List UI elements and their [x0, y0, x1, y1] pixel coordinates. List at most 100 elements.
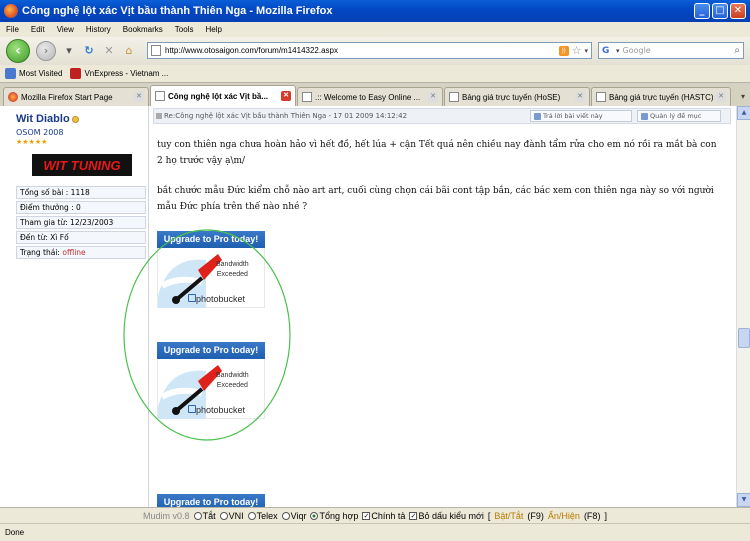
upgrade-banner: Upgrade to Pro today!: [157, 494, 265, 507]
mudim-toggle-key: (F9): [527, 510, 544, 521]
reply-button[interactable]: Trả lời bài viết này: [530, 110, 632, 122]
bookmark-star-icon[interactable]: ☆: [572, 44, 582, 57]
mudim-option-off[interactable]: Tắt: [193, 510, 216, 521]
mudim-option-combined[interactable]: Tổng hợp: [310, 511, 358, 521]
menu-history[interactable]: History: [86, 25, 111, 34]
tab-active-post[interactable]: Công nghệ lột xác Vịt bầ... ✕: [150, 85, 296, 106]
post-paragraph-1: tuy con thiên nga chưa hoàn hảo vì hết đ…: [157, 140, 717, 166]
page-favicon-icon: [302, 92, 312, 102]
page-content: Wit Diablo OSOM 2008 ★★★★★ WIT TUNING Tổ…: [0, 106, 736, 507]
user-rank: OSOM 2008: [16, 128, 64, 137]
tab-list-dropdown-icon[interactable]: ▾: [736, 88, 750, 106]
photobucket-image[interactable]: Upgrade to Pro today! Bandwidth Exceeded …: [157, 342, 265, 419]
bookmark-most-visited[interactable]: Most Visited: [5, 68, 62, 79]
bandwidth-line-1: Bandwidth: [216, 261, 249, 268]
vertical-scrollbar[interactable]: ▲ ▼: [736, 106, 750, 507]
url-bar[interactable]: http://www.otosaigon.com/forum/m1414322.…: [147, 42, 592, 59]
bandwidth-exceeded-graphic: Bandwidth Exceeded photobucket: [157, 359, 265, 419]
username-link[interactable]: Wit Diablo: [16, 113, 79, 125]
minimize-button[interactable]: _: [694, 3, 710, 19]
tab-close-icon[interactable]: ✕: [716, 92, 726, 102]
tab-label: Công nghệ lột xác Vịt bầ...: [168, 91, 269, 101]
search-icon[interactable]: ⌕: [734, 45, 740, 56]
bookmark-vnexpress[interactable]: VnExpress - Vietnam ...: [70, 68, 168, 79]
tab-close-icon[interactable]: ✕: [281, 91, 291, 101]
manage-topic-button[interactable]: Quản lý đề mục: [637, 110, 721, 122]
forward-button[interactable]: ›: [36, 41, 56, 61]
vnexpress-icon: [70, 68, 82, 79]
mudim-option-label: Telex: [256, 510, 278, 521]
menu-file[interactable]: File: [6, 25, 19, 34]
search-placeholder[interactable]: Google: [623, 46, 651, 55]
tab-start-page[interactable]: Mozilla Firefox Start Page ✕: [3, 87, 149, 106]
tab-hose[interactable]: Bảng giá trực tuyến (HoSE) ✕: [444, 87, 590, 106]
menu-bar: File Edit View History Bookmarks Tools H…: [0, 22, 750, 37]
menu-tools[interactable]: Tools: [175, 25, 194, 34]
menu-edit[interactable]: Edit: [31, 25, 45, 34]
tab-bar: Mozilla Firefox Start Page ✕ Công nghệ l…: [0, 84, 750, 106]
post-icon: [156, 113, 162, 119]
search-box[interactable]: G ▾ Google ⌕: [598, 42, 744, 59]
mudim-show-hide-link[interactable]: Ẩn/Hiện: [548, 511, 580, 521]
bandwidth-text: Bandwidth Exceeded: [216, 260, 249, 280]
photobucket-image[interactable]: Upgrade to Pro today!: [157, 494, 265, 507]
bookmarks-toolbar: Most Visited VnExpress - Vietnam ...: [0, 65, 750, 83]
radio-icon[interactable]: [281, 512, 290, 521]
tab-close-icon[interactable]: ✕: [134, 92, 144, 102]
checkbox-checked-icon[interactable]: ✓: [409, 512, 418, 521]
rss-feed-icon[interactable]: )): [558, 45, 569, 56]
bandwidth-line-2: Exceeded: [216, 382, 248, 389]
radio-icon[interactable]: [193, 512, 202, 521]
back-button[interactable]: ‹: [6, 39, 30, 63]
stop-icon[interactable]: ✕: [102, 44, 116, 58]
stat-points: Điểm thưởng : 0: [16, 201, 146, 214]
tab-close-icon[interactable]: ✕: [575, 92, 585, 102]
radio-icon[interactable]: [219, 512, 228, 521]
menu-help[interactable]: Help: [205, 25, 221, 34]
reply-icon: [534, 112, 541, 120]
search-engine-dropdown-icon[interactable]: ▾: [616, 47, 620, 55]
upgrade-banner: Upgrade to Pro today!: [157, 231, 265, 248]
url-dropdown-icon[interactable]: ▾: [584, 47, 588, 55]
scroll-down-icon[interactable]: ▼: [737, 493, 750, 507]
url-text[interactable]: http://www.otosaigon.com/forum/m1414322.…: [165, 46, 559, 55]
mudim-option-viqr[interactable]: Viqr: [281, 510, 307, 521]
reload-icon[interactable]: ↻: [82, 44, 96, 58]
menu-view[interactable]: View: [57, 25, 74, 34]
mudim-toggle-link[interactable]: Bật/Tắt: [494, 511, 523, 521]
radio-icon[interactable]: [247, 512, 256, 521]
page-icon: [151, 45, 161, 56]
manage-icon: [641, 112, 648, 120]
history-dropdown-icon[interactable]: ▾: [62, 44, 76, 58]
mudim-option-vni[interactable]: VNI: [219, 511, 244, 521]
status-value: offline: [62, 248, 86, 257]
mudim-option-telex[interactable]: Telex: [247, 510, 278, 521]
menu-bookmarks[interactable]: Bookmarks: [123, 25, 163, 34]
scroll-thumb[interactable]: [738, 328, 750, 348]
mudim-option-label: Tắt: [202, 510, 216, 521]
window-titlebar: Công nghệ lột xác Vịt bầu thành Thiên Ng…: [0, 0, 750, 22]
tab-hastc[interactable]: Bảng giá trực tuyến (HASTC) ✕: [591, 87, 731, 106]
status-label: Trạng thái:: [20, 248, 60, 257]
page-favicon-icon: [596, 92, 606, 102]
scroll-up-icon[interactable]: ▲: [737, 106, 750, 120]
tab-easy-online[interactable]: .:: Welcome to Easy Online ... ✕: [297, 87, 443, 106]
google-icon[interactable]: G: [602, 45, 614, 57]
close-window-button[interactable]: ✕: [730, 3, 746, 19]
mudim-new-accent[interactable]: ✓ Bỏ dấu kiểu mới: [409, 511, 484, 521]
reply-button-label: Trả lời bài viết này: [543, 112, 603, 120]
photobucket-image[interactable]: Upgrade to Pro today! Bandwidth Exceeded …: [157, 231, 265, 308]
photobucket-brand: photobucket: [196, 294, 246, 304]
checkbox-checked-icon[interactable]: ✓: [362, 512, 371, 521]
maximize-button[interactable]: □: [712, 3, 728, 19]
mudim-spellcheck[interactable]: ✓ Chính tả: [362, 511, 405, 521]
tab-close-icon[interactable]: ✕: [428, 92, 438, 102]
stat-joined: Tham gia từ: 12/23/2003: [16, 216, 146, 229]
username[interactable]: Wit Diablo: [16, 113, 70, 125]
radio-selected-icon[interactable]: [310, 512, 319, 521]
mudim-option-label: Viqr: [290, 510, 307, 521]
home-icon[interactable]: ⌂: [122, 44, 136, 58]
firefox-icon: [4, 4, 18, 18]
mudim-bracket-open: [: [487, 510, 491, 521]
bandwidth-text: Bandwidth Exceeded: [216, 371, 249, 391]
